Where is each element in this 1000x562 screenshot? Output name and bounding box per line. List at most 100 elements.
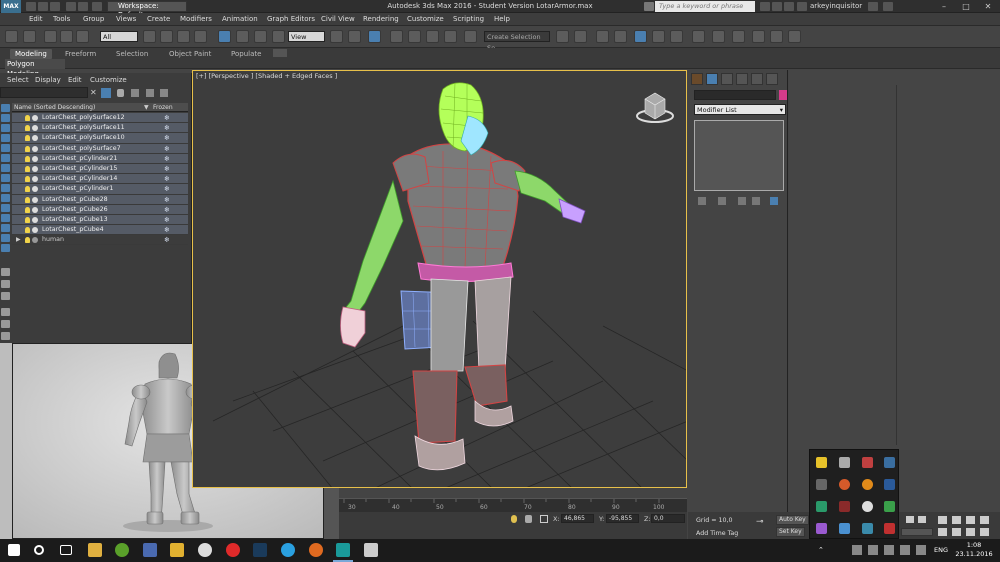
pan-hand-icon[interactable] bbox=[952, 528, 961, 536]
frozen-icon[interactable]: ❄ bbox=[164, 144, 170, 154]
menu-graph-editors[interactable]: Graph Editors bbox=[267, 13, 315, 26]
table-row[interactable]: LotarChest_polySurface11 ❄ bbox=[12, 123, 188, 134]
light-bulb-icon[interactable] bbox=[25, 125, 30, 132]
menu-tools[interactable]: Tools bbox=[53, 13, 70, 26]
auto-key-button[interactable]: Auto Key bbox=[776, 515, 809, 525]
menu-views[interactable]: Views bbox=[116, 13, 136, 26]
menu-modifiers[interactable]: Modifiers bbox=[180, 13, 212, 26]
menu-customize[interactable]: Customize bbox=[407, 13, 444, 26]
explorer-menu-customize[interactable]: Customize bbox=[90, 75, 127, 85]
light-bulb-icon[interactable] bbox=[25, 227, 30, 234]
toggle-ribbon-icon[interactable] bbox=[634, 30, 647, 43]
show-end-result-icon[interactable] bbox=[718, 197, 726, 205]
start-windows-icon[interactable] bbox=[8, 544, 20, 556]
selection-lock-icon[interactable] bbox=[525, 515, 532, 523]
remove-modifier-icon[interactable] bbox=[752, 197, 760, 205]
selection-filter-dropdown[interactable]: All bbox=[100, 31, 138, 42]
frozen-icon[interactable]: ❄ bbox=[164, 123, 170, 133]
select-object-icon[interactable] bbox=[143, 30, 156, 43]
collapse-all-icon[interactable] bbox=[1, 292, 10, 300]
make-unique-icon[interactable] bbox=[738, 197, 746, 205]
search-input[interactable]: Type a keyword or phrase bbox=[655, 1, 755, 12]
search-icon[interactable] bbox=[34, 545, 44, 555]
zoom-extents-icon[interactable] bbox=[966, 516, 975, 524]
light-bulb-icon[interactable] bbox=[25, 196, 30, 203]
isolate-light-icon[interactable] bbox=[511, 515, 517, 523]
undo-toolbar-icon[interactable] bbox=[5, 30, 18, 43]
maximize-icon[interactable]: □ bbox=[955, 0, 977, 13]
select-rotate-icon[interactable] bbox=[236, 30, 249, 43]
help-icon[interactable] bbox=[883, 2, 893, 11]
explorer-menu-edit[interactable]: Edit bbox=[68, 75, 82, 85]
edit-named-selection-icon[interactable] bbox=[464, 30, 477, 43]
hierarchy-tab-icon[interactable] bbox=[721, 73, 733, 85]
open-file-icon[interactable] bbox=[38, 2, 48, 11]
create-tab-icon[interactable] bbox=[691, 73, 703, 85]
material-editor-icon[interactable] bbox=[692, 30, 705, 43]
frozen-icon[interactable]: ❄ bbox=[164, 154, 170, 164]
table-row[interactable]: LotarChest_polySurface7 ❄ bbox=[12, 143, 188, 154]
frozen-icon[interactable]: ❄ bbox=[164, 184, 170, 194]
curve-editor-icon[interactable] bbox=[652, 30, 665, 43]
link-icon[interactable] bbox=[44, 30, 57, 43]
system-clock[interactable]: 1:08 23.11.2016 bbox=[950, 541, 998, 561]
tray-app-icon[interactable] bbox=[862, 523, 873, 534]
task-view-icon[interactable] bbox=[60, 545, 72, 555]
table-row[interactable]: LotarChest_pCube26 ❄ bbox=[12, 204, 188, 215]
tray-app-icon[interactable] bbox=[884, 523, 895, 534]
render-online-icon[interactable] bbox=[788, 30, 801, 43]
table-row[interactable]: LotarChest_pCube28 ❄ bbox=[12, 194, 188, 205]
menu-animation[interactable]: Animation bbox=[222, 13, 258, 26]
frozen-icon[interactable]: ❄ bbox=[164, 113, 170, 123]
frozen-icon[interactable]: ❄ bbox=[164, 235, 170, 245]
configure-modifier-sets-icon[interactable] bbox=[770, 197, 778, 205]
user-name[interactable]: arkeyinquisitor bbox=[810, 0, 870, 13]
perspective-viewport[interactable]: [+] [Perspective ] [Shaded + Edged Faces… bbox=[192, 70, 687, 488]
mirror-icon[interactable] bbox=[556, 30, 569, 43]
tray-firefox-icon[interactable] bbox=[839, 479, 850, 490]
tray-app-icon[interactable] bbox=[852, 545, 862, 555]
wifi-icon[interactable] bbox=[900, 545, 910, 555]
set-key-button[interactable]: Set Key bbox=[776, 527, 805, 537]
maximize-viewport-icon[interactable] bbox=[980, 528, 989, 536]
orbit-icon[interactable] bbox=[966, 528, 975, 536]
tray-app-icon[interactable] bbox=[816, 479, 827, 490]
angle-snap-icon[interactable] bbox=[408, 30, 421, 43]
explorer-options-icon[interactable] bbox=[160, 89, 168, 97]
light-bulb-icon[interactable] bbox=[25, 165, 30, 172]
zoom-icon[interactable] bbox=[938, 516, 947, 524]
tab-selection[interactable]: Selection bbox=[116, 49, 148, 59]
frozen-icon[interactable]: ❄ bbox=[164, 195, 170, 205]
clear-search-icon[interactable]: ✕ bbox=[90, 89, 98, 97]
taskbar-app-icon[interactable] bbox=[364, 543, 378, 557]
find-icon[interactable] bbox=[1, 268, 10, 276]
column-frozen-header[interactable]: Frozen bbox=[153, 103, 173, 112]
tray-cloud-icon[interactable] bbox=[839, 457, 850, 468]
taskbar-app-icon[interactable] bbox=[170, 543, 184, 557]
light-bulb-icon[interactable] bbox=[25, 186, 30, 193]
bones-filter-icon[interactable] bbox=[1, 214, 10, 222]
tray-app-icon[interactable] bbox=[816, 501, 827, 512]
render-production-icon[interactable] bbox=[752, 30, 765, 43]
ribbon-options-icon[interactable] bbox=[273, 49, 287, 57]
new-file-icon[interactable] bbox=[26, 2, 36, 11]
rectangular-selection-icon[interactable] bbox=[177, 30, 190, 43]
redo-toolbar-icon[interactable] bbox=[23, 30, 36, 43]
containers-filter-icon[interactable] bbox=[1, 224, 10, 232]
save-file-icon[interactable] bbox=[50, 2, 60, 11]
table-row[interactable]: LotarChest_pCylinder1 ❄ bbox=[12, 184, 188, 195]
time-slider-handle-area[interactable] bbox=[324, 488, 339, 539]
toggle-scene-explorer-icon[interactable] bbox=[596, 30, 609, 43]
firefox-icon[interactable] bbox=[309, 543, 323, 557]
lights-filter-icon[interactable] bbox=[1, 154, 10, 162]
tray-app-icon[interactable] bbox=[862, 501, 873, 512]
named-selection-set-input[interactable]: Create Selection Se bbox=[484, 31, 550, 52]
table-row[interactable]: LotarChest_polySurface12 ❄ bbox=[12, 113, 188, 124]
spinner-snap-icon[interactable] bbox=[444, 30, 457, 43]
display-tab-icon[interactable] bbox=[751, 73, 763, 85]
display-none-icon[interactable] bbox=[1, 104, 10, 112]
3ds-max-taskbar-icon[interactable] bbox=[336, 543, 350, 557]
menu-scripting[interactable]: Scripting bbox=[453, 13, 484, 26]
groups-filter-icon[interactable] bbox=[1, 194, 10, 202]
column-name-header[interactable]: Name (Sorted Descending) bbox=[14, 103, 95, 112]
